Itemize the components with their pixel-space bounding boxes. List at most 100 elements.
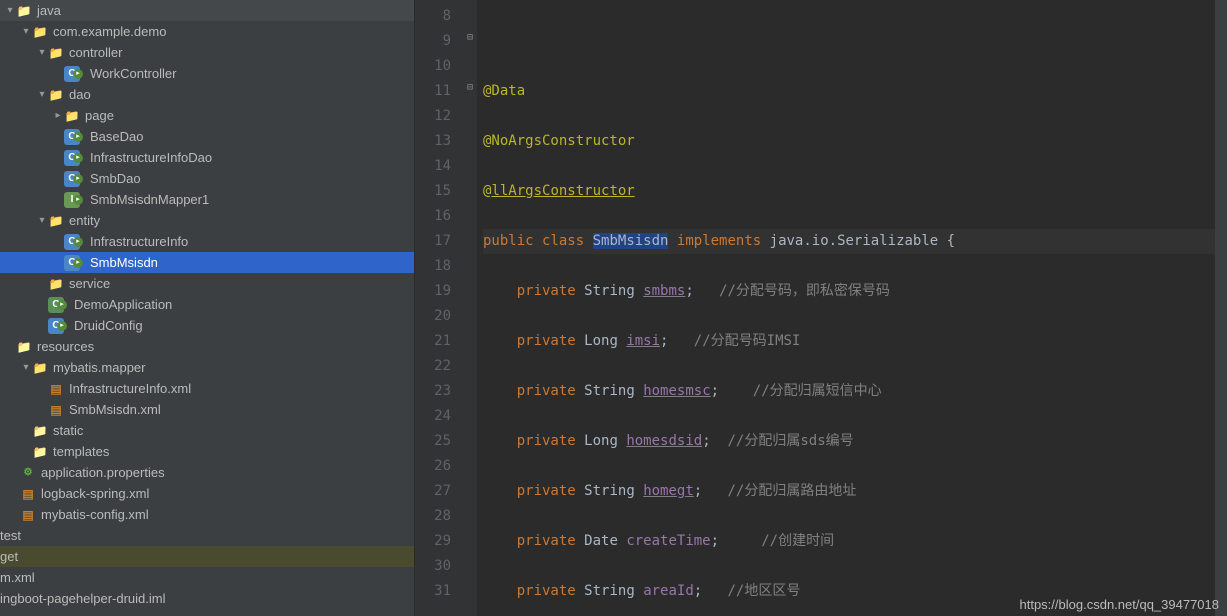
tree-folder-resources[interactable]: resources	[0, 336, 414, 357]
tree-file-mybatiscfg[interactable]: mybatis-config.xml	[0, 504, 414, 525]
tree-label: static	[53, 423, 83, 438]
tree-label: SmbMsisdn	[90, 255, 158, 270]
run-badge-icon: ▸	[73, 258, 83, 268]
tree-file-infraxml[interactable]: InfrastructureInfo.xml	[0, 378, 414, 399]
tree-label: WorkController	[90, 66, 176, 81]
package-icon	[32, 360, 48, 376]
editor-pane[interactable]: 8910111213141516171819202122232425262728…	[415, 0, 1227, 616]
tree-label: com.example.demo	[53, 24, 166, 39]
xml-icon	[48, 381, 64, 397]
tree-folder-java[interactable]: ▾ java	[0, 0, 414, 21]
tree-label: SmbDao	[90, 171, 141, 186]
tree-file-smbmapper[interactable]: I▸SmbMsisdnMapper1	[0, 189, 414, 210]
tree-label: test	[0, 528, 21, 543]
chevron-down-icon: ▾	[36, 47, 48, 58]
chevron-down-icon: ▾	[20, 26, 32, 37]
tree-label: templates	[53, 444, 109, 459]
xml-icon	[20, 507, 36, 523]
tree-label: InfrastructureInfoDao	[90, 150, 212, 165]
tree-label: controller	[69, 45, 122, 60]
annotation: @NoArgsConstructor	[483, 133, 635, 149]
tree-file-logback[interactable]: logback-spring.xml	[0, 483, 414, 504]
run-badge-icon: ▸	[73, 174, 83, 184]
tree-folder-get[interactable]: get	[0, 546, 414, 567]
run-badge-icon: ▸	[73, 69, 83, 79]
tree-label: entity	[69, 213, 100, 228]
class-name: SmbMsisdn	[593, 233, 669, 249]
xml-icon	[20, 486, 36, 502]
tree-folder-dao[interactable]: ▾ dao	[0, 84, 414, 105]
folder-icon	[32, 444, 48, 460]
run-badge-icon: ▸	[57, 321, 67, 331]
package-icon	[32, 24, 48, 40]
tree-file-smbmsisdn[interactable]: C▸SmbMsisdn	[0, 252, 414, 273]
package-icon	[48, 87, 64, 103]
folder-icon	[32, 423, 48, 439]
tree-label: dao	[69, 87, 91, 102]
resources-icon	[16, 339, 32, 355]
tree-folder-controller[interactable]: ▾ controller	[0, 42, 414, 63]
chevron-down-icon: ▾	[36, 215, 48, 226]
package-icon	[64, 108, 80, 124]
tree-label: service	[69, 276, 110, 291]
run-badge-icon: ▸	[73, 153, 83, 163]
tree-file-infrainfo[interactable]: C▸InfrastructureInfo	[0, 231, 414, 252]
tree-file-smbxml[interactable]: SmbMsisdn.xml	[0, 399, 414, 420]
comment: //分配号码，即私密保号码	[719, 283, 890, 299]
package-icon	[48, 213, 64, 229]
scrollbar[interactable]	[1215, 0, 1227, 616]
tree-label: ingboot-pagehelper-druid.iml	[0, 591, 166, 606]
xml-icon	[48, 402, 64, 418]
package-icon	[48, 276, 64, 292]
tree-folder-page[interactable]: ▸ page	[0, 105, 414, 126]
tree-file-infradao[interactable]: C▸InfrastructureInfoDao	[0, 147, 414, 168]
tree-label: logback-spring.xml	[41, 486, 149, 501]
code-area[interactable]: @Data @NoArgsConstructor @llArgsConstruc…	[477, 0, 1215, 616]
chevron-down-icon: ▾	[4, 5, 16, 16]
tree-folder-templates[interactable]: templates	[0, 441, 414, 462]
tree-file-mxml[interactable]: m.xml	[0, 567, 414, 588]
run-badge-icon: ▸	[73, 237, 83, 247]
tree-label: get	[0, 549, 18, 564]
run-badge-icon: ▸	[57, 300, 67, 310]
tree-label: InfrastructureInfo.xml	[69, 381, 191, 396]
tree-folder-service[interactable]: service	[0, 273, 414, 294]
tree-file-basedao[interactable]: C▸BaseDao	[0, 126, 414, 147]
fold-handle-icon[interactable]: ⊟	[463, 25, 477, 50]
tree-label: DemoApplication	[74, 297, 172, 312]
fold-handle-icon[interactable]: ⊟	[463, 75, 477, 100]
tree-file-workcontroller[interactable]: C▸WorkController	[0, 63, 414, 84]
tree-file-demoapp[interactable]: C▸DemoApplication	[0, 294, 414, 315]
tree-label: DruidConfig	[74, 318, 143, 333]
tree-label: resources	[37, 339, 94, 354]
tree-folder-static[interactable]: static	[0, 420, 414, 441]
tree-label: m.xml	[0, 570, 35, 585]
tree-file-smbdao[interactable]: C▸SmbDao	[0, 168, 414, 189]
package-icon	[48, 45, 64, 61]
tree-label: application.properties	[41, 465, 165, 480]
properties-icon: ⚙	[20, 465, 36, 481]
chevron-down-icon: ▾	[36, 89, 48, 100]
tree-label: SmbMsisdnMapper1	[90, 192, 209, 207]
annotation: @Data	[483, 83, 525, 99]
tree-folder-test[interactable]: test	[0, 525, 414, 546]
fold-gutter[interactable]: ⊟⊟	[463, 0, 477, 616]
chevron-right-icon: ▸	[52, 110, 64, 121]
folder-icon	[16, 3, 32, 19]
tree-file-appprops[interactable]: ⚙ application.properties	[0, 462, 414, 483]
tree-file-iml[interactable]: ingboot-pagehelper-druid.iml	[0, 588, 414, 609]
tree-label: BaseDao	[90, 129, 143, 144]
tree-file-druid[interactable]: C▸DruidConfig	[0, 315, 414, 336]
tree-label: mybatis-config.xml	[41, 507, 149, 522]
tree-folder-entity[interactable]: ▾ entity	[0, 210, 414, 231]
line-number-gutter: 8910111213141516171819202122232425262728…	[415, 0, 463, 616]
project-tree[interactable]: ▾java ▾com.example.demo ▾controller C▸Wo…	[0, 0, 415, 616]
tree-label: java	[37, 3, 61, 18]
watermark-text: https://blog.csdn.net/qq_39477018	[1020, 597, 1220, 612]
chevron-down-icon: ▾	[20, 362, 32, 373]
tree-label: InfrastructureInfo	[90, 234, 188, 249]
tree-package[interactable]: ▾ com.example.demo	[0, 21, 414, 42]
run-badge-icon: ▸	[73, 132, 83, 142]
tree-folder-mybatismapper[interactable]: ▾mybatis.mapper	[0, 357, 414, 378]
tree-label: page	[85, 108, 114, 123]
